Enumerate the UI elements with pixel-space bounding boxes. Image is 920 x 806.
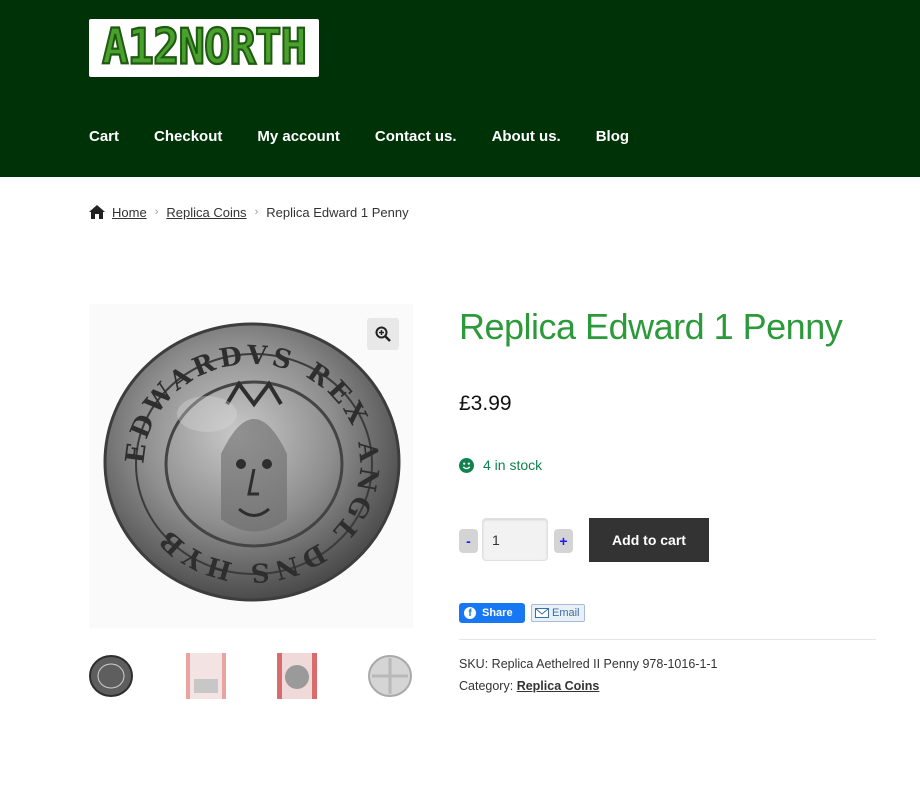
email-share-button[interactable]: Email — [531, 604, 585, 622]
nav-item-blog[interactable]: Blog — [596, 128, 629, 150]
nav-item-about[interactable]: About us. — [492, 128, 561, 150]
quantity-input[interactable] — [482, 518, 548, 561]
quantity-increase-button[interactable]: + — [554, 529, 573, 553]
chevron-right-icon: › — [154, 206, 159, 218]
category-link[interactable]: Replica Coins — [517, 679, 600, 693]
category-label: Category: — [459, 679, 514, 693]
breadcrumb-home-link[interactable]: Home — [112, 205, 147, 220]
thumbnail-4[interactable] — [368, 653, 412, 699]
nav-item-my-account[interactable]: My account — [257, 128, 340, 150]
add-to-cart-button[interactable]: Add to cart — [589, 518, 709, 562]
site-logo[interactable]: A12NORTH — [89, 19, 319, 77]
facebook-icon: f — [464, 607, 476, 619]
product-title: Replica Edward 1 Penny — [459, 306, 843, 347]
thumbnail-2[interactable] — [184, 653, 228, 699]
product-category: Category: Replica Coins — [459, 679, 599, 693]
zoom-icon — [375, 326, 391, 342]
nav-item-contact[interactable]: Contact us. — [375, 128, 457, 150]
breadcrumb-category-link[interactable]: Replica Coins — [166, 205, 246, 220]
breadcrumb-current: Replica Edward 1 Penny — [266, 204, 409, 220]
stock-status: 4 in stock — [459, 457, 542, 473]
nav-item-checkout[interactable]: Checkout — [154, 128, 222, 150]
meta-divider — [459, 639, 876, 640]
product-main-image[interactable]: EDWARDVS REX ANGL DNS HYB — [89, 304, 413, 628]
product-sku: SKU: Replica Aethelred II Penny 978-1016… — [459, 657, 718, 671]
sku-value: Replica Aethelred II Penny 978-1016-1-1 — [491, 657, 718, 671]
zoom-button[interactable] — [367, 318, 399, 350]
sku-label: SKU: — [459, 657, 489, 671]
chevron-right-icon: › — [254, 206, 259, 218]
coin-image: EDWARDVS REX ANGL DNS HYB — [103, 322, 401, 602]
nav-item-cart[interactable]: Cart — [89, 128, 119, 150]
stock-text: 4 in stock — [483, 457, 543, 473]
mail-icon — [535, 608, 549, 618]
logo-text: A12NORTH — [101, 19, 308, 76]
facebook-share-label: Share — [482, 607, 513, 619]
thumbnail-3[interactable] — [275, 653, 319, 699]
thumbnail-1[interactable] — [89, 653, 133, 699]
quantity-decrease-button[interactable]: - — [459, 529, 478, 553]
facebook-share-button[interactable]: f Share — [459, 603, 525, 623]
smiley-icon — [459, 457, 474, 473]
product-price: £3.99 — [459, 392, 512, 415]
main-nav: Cart Checkout My account Contact us. Abo… — [89, 128, 664, 150]
breadcrumb: Home › Replica Coins › Replica Edward 1 … — [89, 202, 409, 222]
home-icon — [89, 205, 105, 219]
site-header: A12NORTH Cart Checkout My account Contac… — [0, 0, 920, 177]
email-share-label: Email — [552, 607, 580, 619]
thumbnail-strip — [89, 653, 413, 701]
